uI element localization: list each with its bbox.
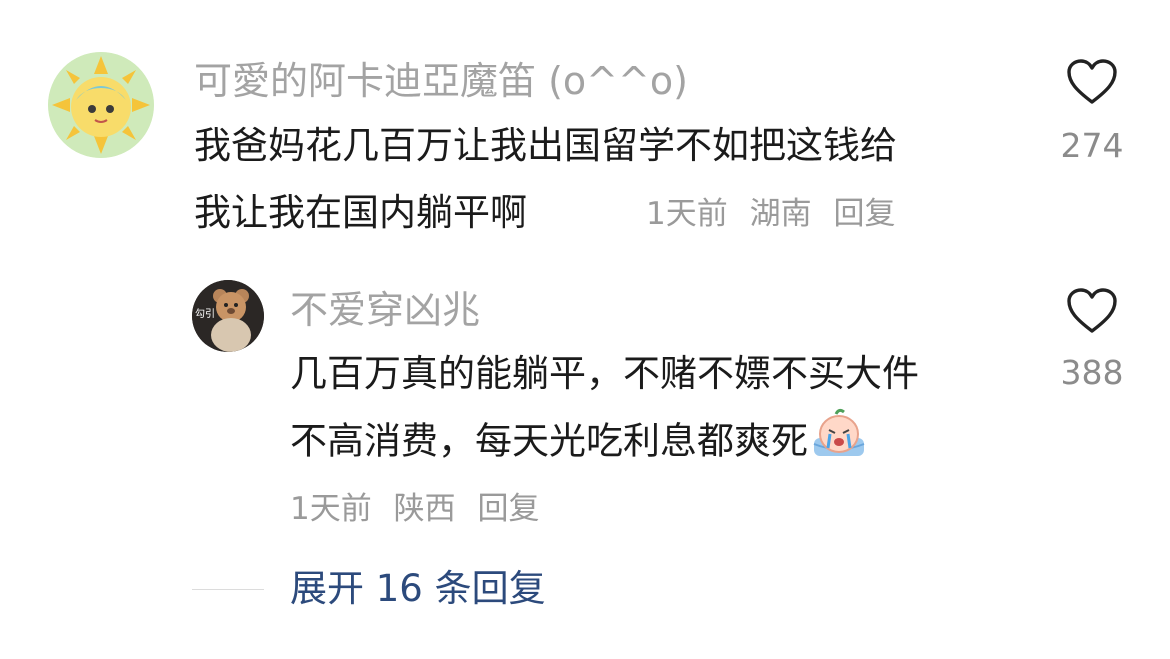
commenter-username[interactable]: 可愛的阿卡迪亞魔笛 (o^^o) (194, 58, 688, 104)
heart-icon (1067, 288, 1117, 333)
crying-face-emoji-icon (812, 408, 866, 478)
reply-location: 陕西 (393, 491, 456, 527)
expand-replies-button[interactable]: 展开 16 条回复 (290, 566, 546, 612)
like-count: 274 (1060, 126, 1124, 165)
reply-text-line2: 不高消费，每天光吃利息都爽死 (290, 408, 866, 478)
comment-text: 我爸妈花几百万让我出国留学不如把这钱给 (194, 124, 897, 167)
expand-divider (192, 589, 264, 590)
comment-meta: 1天前 湖南 回复 (646, 194, 907, 234)
comment-location: 湖南 (749, 196, 812, 232)
reply-time: 1天前 (290, 491, 372, 527)
reply-text: 几百万真的能躺平，不赌不嫖不买大件 (290, 352, 919, 395)
avatar-badge-text: 勾引 (195, 309, 215, 320)
reply-button[interactable]: 回复 (833, 196, 895, 232)
comment-time: 1天前 (646, 196, 728, 232)
like-button[interactable] (1066, 58, 1118, 106)
commenter-avatar[interactable] (48, 52, 154, 158)
replier-username[interactable]: 不爱穿凶兆 (290, 287, 480, 333)
reply-meta: 1天前 陕西 回复 (290, 489, 551, 529)
reply-text-line2-text: 不高消费，每天光吃利息都爽死 (290, 419, 808, 463)
reply-like-button[interactable] (1066, 287, 1118, 335)
reply-to-reply-button[interactable]: 回复 (477, 491, 539, 527)
comment-text-line2: 我让我在国内躺平啊 (194, 191, 527, 234)
reply-like-count: 388 (1060, 353, 1124, 392)
sun-avatar-icon (48, 52, 154, 158)
heart-icon (1067, 59, 1117, 104)
replier-avatar[interactable]: 勾引 (192, 280, 264, 352)
